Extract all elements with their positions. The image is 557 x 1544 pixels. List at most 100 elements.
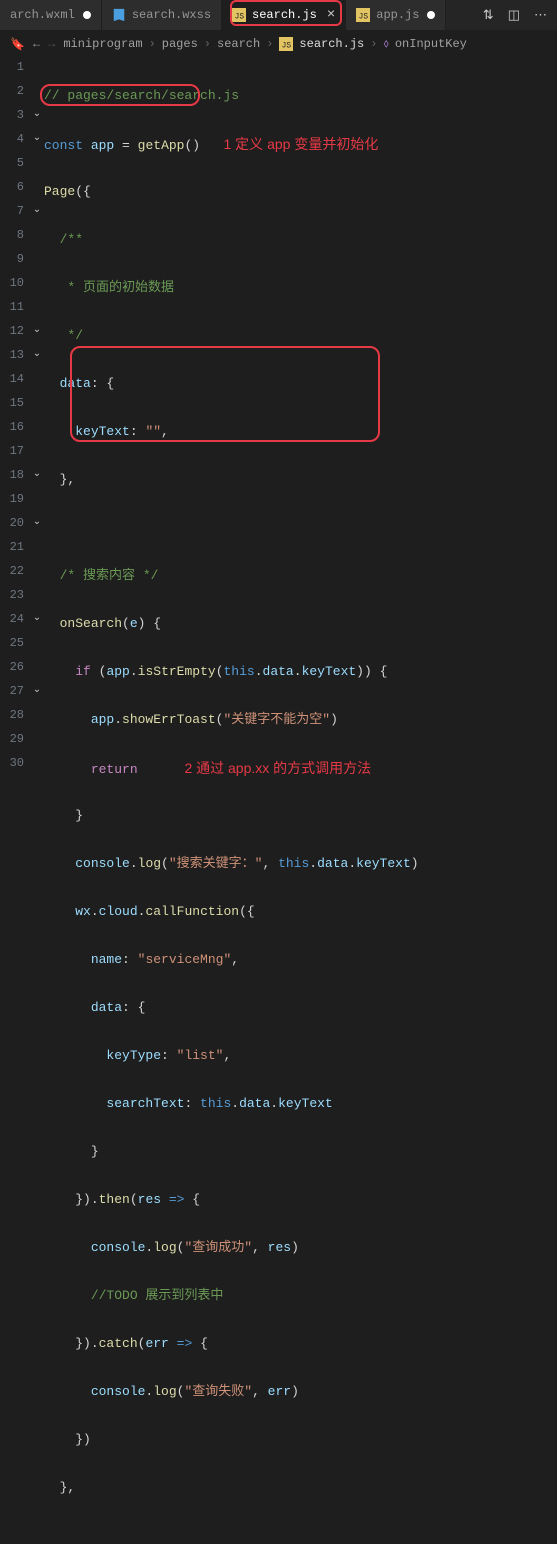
chevron-down-icon[interactable]: ⌄ — [30, 348, 44, 360]
code-token: e — [130, 616, 138, 631]
tab-search-wxml[interactable]: arch.wxml — [0, 0, 102, 30]
code-token: err — [268, 1384, 291, 1399]
code-token: cloud — [99, 904, 138, 919]
fold-gutter: ⌄ ⌄ ⌄ ⌄ ⌄ ⌄ ⌄ ⌄ ⌄ — [30, 58, 44, 1544]
close-icon[interactable]: × — [327, 8, 335, 22]
line-gutter: 12345 678910 1112131415 1617181920 21222… — [0, 58, 30, 1544]
svg-text:JS: JS — [235, 13, 245, 22]
code-token: if — [75, 664, 91, 679]
chevron-down-icon[interactable]: ⌄ — [30, 516, 44, 528]
js-file-icon: JS — [279, 37, 293, 51]
breadcrumb-item[interactable]: miniprogram — [63, 37, 142, 51]
annotation-text: 1 定义 app 变量并初始化 — [224, 136, 379, 152]
split-editor-icon[interactable]: ◫ — [508, 8, 520, 23]
code-token: this — [200, 1096, 231, 1111]
method-icon: ⬨ — [383, 37, 388, 51]
code-token: */ — [60, 328, 83, 343]
tab-label: arch.wxml — [10, 8, 75, 22]
tab-actions: ⇅ ◫ ⋯ — [473, 0, 557, 30]
breadcrumb[interactable]: miniprogram› pages› search› JS search.js… — [63, 37, 467, 51]
code-token: "serviceMng" — [138, 952, 232, 967]
code-token: /* 搜索内容 */ — [60, 568, 159, 583]
code-token: log — [153, 1240, 176, 1255]
code-token: then — [99, 1192, 130, 1207]
code-token: onSearch — [60, 616, 122, 631]
css-file-icon — [112, 8, 126, 22]
code-token: callFunction — [145, 904, 239, 919]
code-content[interactable]: // pages/search/search.js const app = ge… — [44, 58, 557, 1544]
bookmark-icon[interactable]: 🔖 — [10, 37, 25, 52]
code-token: this — [224, 664, 255, 679]
annotation-text: 2 通过 app.xx 的方式调用方法 — [184, 760, 371, 776]
code-editor[interactable]: 12345 678910 1112131415 1617181920 21222… — [0, 58, 557, 1544]
code-token: "搜索关键字：" — [169, 856, 263, 871]
code-token: /** — [60, 232, 83, 247]
tab-search-js[interactable]: JS search.js × — [222, 0, 346, 30]
chevron-down-icon[interactable]: ⌄ — [30, 204, 44, 216]
svg-text:JS: JS — [282, 42, 292, 51]
code-token: "查询失败" — [184, 1384, 252, 1399]
code-token: name — [91, 952, 122, 967]
tab-label: app.js — [376, 8, 419, 22]
breadcrumb-bar: 🔖 ← → miniprogram› pages› search› JS sea… — [0, 30, 557, 58]
code-token: app — [91, 712, 114, 727]
breadcrumb-item[interactable]: search — [217, 37, 260, 51]
tab-search-wxss[interactable]: search.wxss — [102, 0, 222, 30]
code-token: app — [91, 138, 114, 153]
modified-dot-icon — [83, 11, 91, 19]
code-token: catch — [99, 1336, 138, 1351]
tab-app-js[interactable]: JS app.js — [346, 0, 446, 30]
code-token: "list" — [177, 1048, 224, 1063]
tab-label: search.js — [252, 8, 317, 22]
code-token: console — [75, 856, 130, 871]
more-icon[interactable]: ⋯ — [534, 8, 547, 23]
code-token: res — [268, 1240, 291, 1255]
code-token: log — [153, 1384, 176, 1399]
code-token: err — [145, 1336, 168, 1351]
code-token: console — [91, 1240, 146, 1255]
back-icon[interactable]: ← — [33, 37, 40, 51]
code-token: this — [278, 856, 309, 871]
chevron-down-icon[interactable]: ⌄ — [30, 108, 44, 120]
code-token: data — [60, 376, 91, 391]
code-token: app — [106, 664, 129, 679]
chevron-down-icon[interactable]: ⌄ — [30, 468, 44, 480]
code-token: searchText — [106, 1096, 184, 1111]
code-token: log — [138, 856, 161, 871]
breadcrumb-item[interactable]: pages — [162, 37, 198, 51]
code-token: data — [239, 1096, 270, 1111]
code-token: keyText — [356, 856, 411, 871]
chevron-down-icon[interactable]: ⌄ — [30, 612, 44, 624]
js-file-icon: JS — [232, 8, 246, 22]
code-token: getApp — [138, 138, 185, 153]
chevron-down-icon[interactable]: ⌄ — [30, 684, 44, 696]
code-token: console — [91, 1384, 146, 1399]
code-token: keyType — [106, 1048, 161, 1063]
code-token: "查询成功" — [184, 1240, 252, 1255]
tab-label: search.wxss — [132, 8, 211, 22]
tab-bar: arch.wxml search.wxss JS search.js × JS … — [0, 0, 557, 30]
code-token: isStrEmpty — [138, 664, 216, 679]
code-token: keyText — [302, 664, 357, 679]
code-token: wx — [75, 904, 91, 919]
compare-icon[interactable]: ⇅ — [483, 8, 494, 23]
code-token: "关键字不能为空" — [223, 712, 330, 727]
code-token: data — [263, 664, 294, 679]
code-token: res — [138, 1192, 161, 1207]
forward-icon[interactable]: → — [48, 37, 55, 51]
code-token: const — [44, 138, 83, 153]
code-token: return — [91, 762, 138, 777]
code-token: data — [317, 856, 348, 871]
chevron-down-icon[interactable]: ⌄ — [30, 132, 44, 144]
chevron-down-icon[interactable]: ⌄ — [30, 324, 44, 336]
breadcrumb-item[interactable]: onInputKey — [395, 37, 467, 51]
js-file-icon: JS — [356, 8, 370, 22]
code-token: Page — [44, 184, 75, 199]
svg-text:JS: JS — [359, 13, 369, 22]
code-token: keyText — [278, 1096, 333, 1111]
modified-dot-icon — [427, 11, 435, 19]
code-token: data — [91, 1000, 122, 1015]
code-token: keyText — [75, 424, 130, 439]
code-token: //TODO 展示到列表中 — [91, 1288, 224, 1303]
breadcrumb-item[interactable]: search.js — [299, 37, 364, 51]
